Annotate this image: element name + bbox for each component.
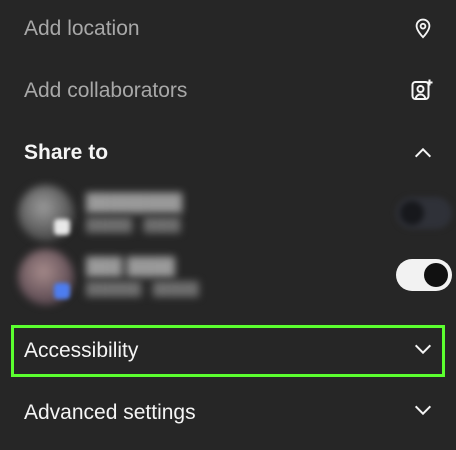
add-location-label: Add location	[24, 17, 140, 40]
chevron-down-icon	[412, 399, 434, 421]
advanced-settings-row[interactable]: Advanced settings	[0, 398, 456, 428]
account-name: ████████	[86, 193, 183, 212]
add-location-row[interactable]: Add location	[0, 14, 456, 44]
share-account-1: ████████ █████ · ████	[18, 183, 456, 243]
share-toggle-1[interactable]	[396, 197, 452, 229]
advanced-settings-label: Advanced settings	[24, 401, 196, 424]
account-name: ███ ████	[86, 257, 176, 276]
share-to-label: Share to	[24, 141, 109, 164]
account-badge-icon	[54, 283, 70, 299]
add-collaborators-row[interactable]: Add collaborators	[0, 76, 456, 106]
account-badge-icon	[54, 219, 70, 235]
selection-highlight	[11, 325, 445, 377]
toggle-knob	[400, 201, 424, 225]
add-collaborators-label: Add collaborators	[24, 79, 188, 102]
location-pin-icon	[412, 17, 434, 39]
account-subtitle: ██████ · █████	[86, 281, 199, 296]
add-person-icon	[410, 78, 434, 102]
toggle-knob	[424, 263, 448, 287]
share-to-header[interactable]: Share to	[0, 138, 456, 168]
chevron-up-icon	[412, 142, 434, 164]
account-subtitle: █████ · ████	[86, 217, 181, 232]
share-account-2: ███ ████ ██████ · █████	[18, 247, 456, 307]
share-toggle-2[interactable]	[396, 259, 452, 291]
